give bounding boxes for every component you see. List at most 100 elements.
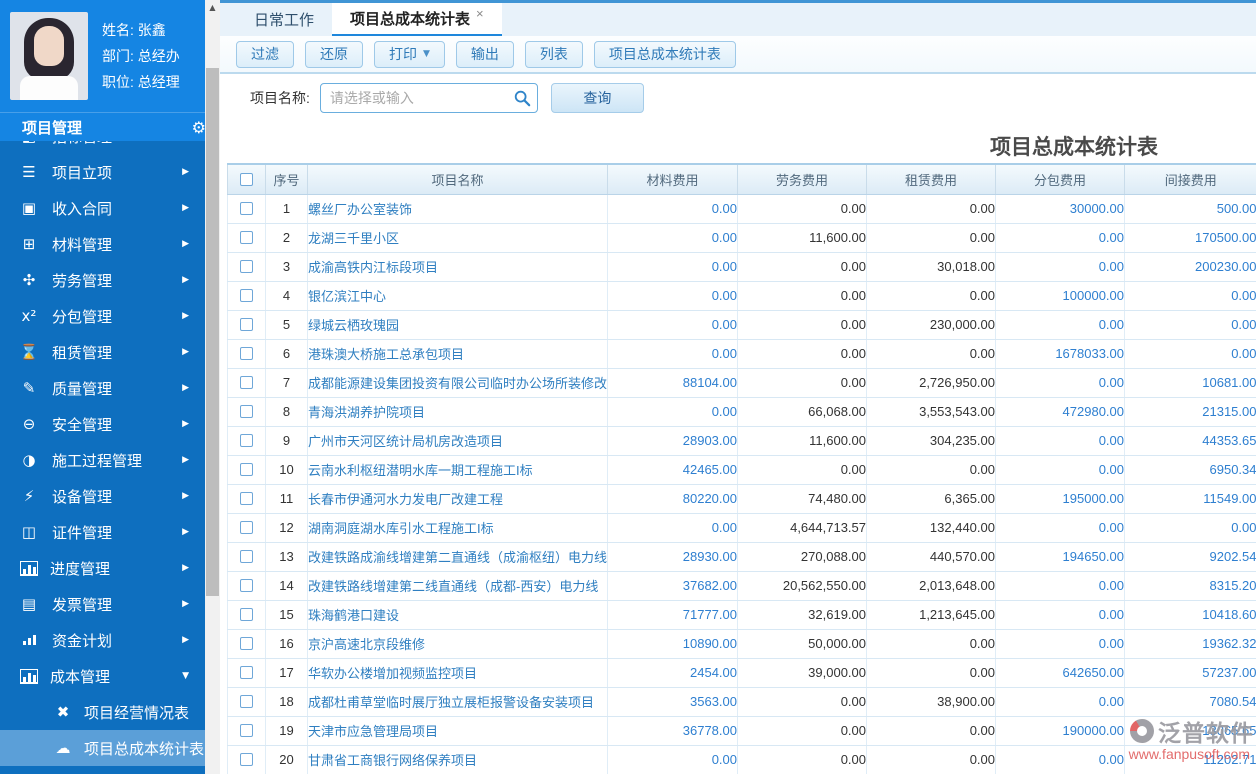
column-header: 劳务费用	[738, 164, 867, 194]
print-button[interactable]: 打印 ▼	[374, 41, 445, 68]
chevron-down-icon: ▼	[182, 671, 195, 681]
row-checkbox[interactable]	[240, 579, 253, 592]
sidebar-item[interactable]: ⌛租赁管理▶	[0, 334, 205, 370]
project-name-link[interactable]: 甘肃省工商银行网络保养项目	[308, 753, 477, 768]
gear-icon[interactable]: ⚙	[192, 118, 206, 137]
scrollbar-thumb[interactable]	[206, 68, 219, 596]
row-checkbox[interactable]	[240, 695, 253, 708]
row-index: 14	[266, 571, 308, 600]
filter-button[interactable]: 过滤	[236, 41, 294, 68]
project-name-link[interactable]: 珠海鹤港口建设	[308, 608, 399, 623]
row-checkbox[interactable]	[240, 202, 253, 215]
row-checkbox[interactable]	[240, 492, 253, 505]
sidebar-item[interactable]: 成本管理▼	[0, 658, 205, 694]
row-checkbox[interactable]	[240, 318, 253, 331]
row-checkbox[interactable]	[240, 637, 253, 650]
project-name-link[interactable]: 成渝高铁内江标段项目	[308, 260, 438, 275]
project-name-link[interactable]: 成都能源建设集团投资有限公司临时办公场所装修改	[308, 376, 607, 391]
row-checkbox[interactable]	[240, 289, 253, 302]
money-icon: ▣	[18, 199, 40, 217]
row-checkbox[interactable]	[240, 260, 253, 273]
material-cost-cell: 36778.00	[608, 716, 738, 745]
sidebar-item-label: 成本管理	[50, 666, 182, 687]
sidebar-item[interactable]: ✣劳务管理▶	[0, 262, 205, 298]
row-checkbox[interactable]	[240, 347, 253, 360]
export-button[interactable]: 输出	[456, 41, 514, 68]
project-name-link[interactable]: 长春市伊通河水力发电厂改建工程	[308, 492, 503, 507]
table-row: 12湖南洞庭湖水库引水工程施工I标0.004,644,713.57132,440…	[228, 513, 1256, 542]
subcontract-cost-cell: 194650.00	[996, 542, 1125, 571]
scroll-up-arrow-icon[interactable]: ▲	[205, 0, 220, 15]
sidebar-item[interactable]: ✖项目经营情况表	[0, 694, 205, 730]
sidebar-item[interactable]: ☁项目总成本统计表	[0, 730, 205, 766]
project-name-link[interactable]: 京沪高速北京段维修	[308, 637, 425, 652]
sidebar-item[interactable]: ◑施工过程管理▶	[0, 442, 205, 478]
sidebar-item[interactable]: ✎质量管理▶	[0, 370, 205, 406]
project-name-link[interactable]: 湖南洞庭湖水库引水工程施工I标	[308, 521, 494, 536]
rent-cost-cell: 38,900.00	[867, 687, 996, 716]
tab-project-cost-report[interactable]: 项目总成本统计表 ×	[332, 3, 502, 36]
sidebar-scrollbar[interactable]: ▲	[205, 0, 220, 774]
project-name-link[interactable]: 天津市应急管理局项目	[308, 724, 438, 739]
rent-cost-cell: 3,553,543.00	[867, 397, 996, 426]
close-icon[interactable]: ×	[476, 6, 484, 21]
sidebar-item[interactable]: 资金计划▶	[0, 622, 205, 658]
sidebar-item[interactable]: x²分包管理▶	[0, 298, 205, 334]
tab-daily-work[interactable]: 日常工作	[236, 3, 332, 36]
material-cost-cell: 88104.00	[608, 368, 738, 397]
row-checkbox[interactable]	[240, 434, 253, 447]
rent-cost-cell: 0.00	[867, 658, 996, 687]
row-checkbox[interactable]	[240, 550, 253, 563]
query-button[interactable]: 查询	[551, 83, 644, 113]
sidebar-item[interactable]: ◧招标管理▶	[0, 141, 205, 154]
row-checkbox[interactable]	[240, 521, 253, 534]
row-checkbox[interactable]	[240, 376, 253, 389]
report-button[interactable]: 项目总成本统计表	[594, 41, 736, 68]
project-name-link[interactable]: 成都杜甫草堂临时展厅独立展柜报警设备安装项目	[308, 695, 594, 710]
project-name-link[interactable]: 华软办公楼增加视频监控项目	[308, 666, 477, 681]
project-name-link[interactable]: 绿城云栖玫瑰园	[308, 318, 399, 333]
rent-cost-cell: 0.00	[867, 716, 996, 745]
project-name-link[interactable]: 云南水利枢纽潜明水库一期工程施工I标	[308, 463, 533, 478]
search-icon[interactable]	[513, 89, 531, 107]
row-checkbox[interactable]	[240, 753, 253, 766]
sidebar-item[interactable]: ⊞材料管理▶	[0, 226, 205, 262]
sidebar-item[interactable]: 进度管理▶	[0, 550, 205, 586]
invoice-icon: ▤	[18, 595, 40, 613]
project-name-link[interactable]: 广州市天河区统计局机房改造项目	[308, 434, 503, 449]
restore-button[interactable]: 还原	[305, 41, 363, 68]
row-index: 1	[266, 194, 308, 223]
chevron-right-icon: ▶	[182, 347, 195, 357]
row-checkbox[interactable]	[240, 608, 253, 621]
subcontract-cost-cell: 0.00	[996, 426, 1125, 455]
list-button[interactable]: 列表	[525, 41, 583, 68]
sidebar-item[interactable]: ⚡设备管理▶	[0, 478, 205, 514]
project-name-link[interactable]: 银亿滨江中心	[308, 289, 386, 304]
row-checkbox[interactable]	[240, 405, 253, 418]
sidebar-item-label: 材料管理	[52, 234, 182, 255]
project-name-link[interactable]: 港珠澳大桥施工总承包项目	[308, 347, 464, 362]
sidebar-item[interactable]: ⊖安全管理▶	[0, 406, 205, 442]
sidebar-item-label: 设备管理	[52, 486, 182, 507]
sidebar-item[interactable]: ▤发票管理▶	[0, 586, 205, 622]
project-name-input[interactable]	[320, 83, 538, 113]
row-checkbox[interactable]	[240, 231, 253, 244]
row-checkbox[interactable]	[240, 724, 253, 737]
row-checkbox[interactable]	[240, 666, 253, 679]
table-row: 18成都杜甫草堂临时展厅独立展柜报警设备安装项目3563.000.0038,90…	[228, 687, 1256, 716]
rent-cost-cell: 2,013,648.00	[867, 571, 996, 600]
sidebar-item[interactable]: ▣收入合同▶	[0, 190, 205, 226]
select-all-checkbox[interactable]	[240, 173, 253, 186]
sidebar-item[interactable]: ◫证件管理▶	[0, 514, 205, 550]
row-checkbox[interactable]	[240, 463, 253, 476]
project-name-link[interactable]: 改建铁路成渝线增建第二直通线（成渝枢纽）电力线	[308, 550, 607, 565]
project-name-link[interactable]: 螺丝厂办公室装饰	[308, 202, 412, 217]
project-name-link[interactable]: 改建铁路线增建第二线直通线（成都-西安）电力线	[308, 579, 598, 594]
project-name-link[interactable]: 龙湖三千里小区	[308, 231, 399, 246]
sidebar-item[interactable]: ☰项目立项▶	[0, 154, 205, 190]
table-row: 20甘肃省工商银行网络保养项目0.000.000.000.0011202.71	[228, 745, 1256, 774]
project-name-cell: 华软办公楼增加视频监控项目	[308, 658, 608, 687]
indirect-cost-cell: 57237.00	[1125, 658, 1256, 687]
sidebar-item-label: 施工过程管理	[52, 450, 182, 471]
project-name-link[interactable]: 青海洪湖养护院项目	[308, 405, 425, 420]
